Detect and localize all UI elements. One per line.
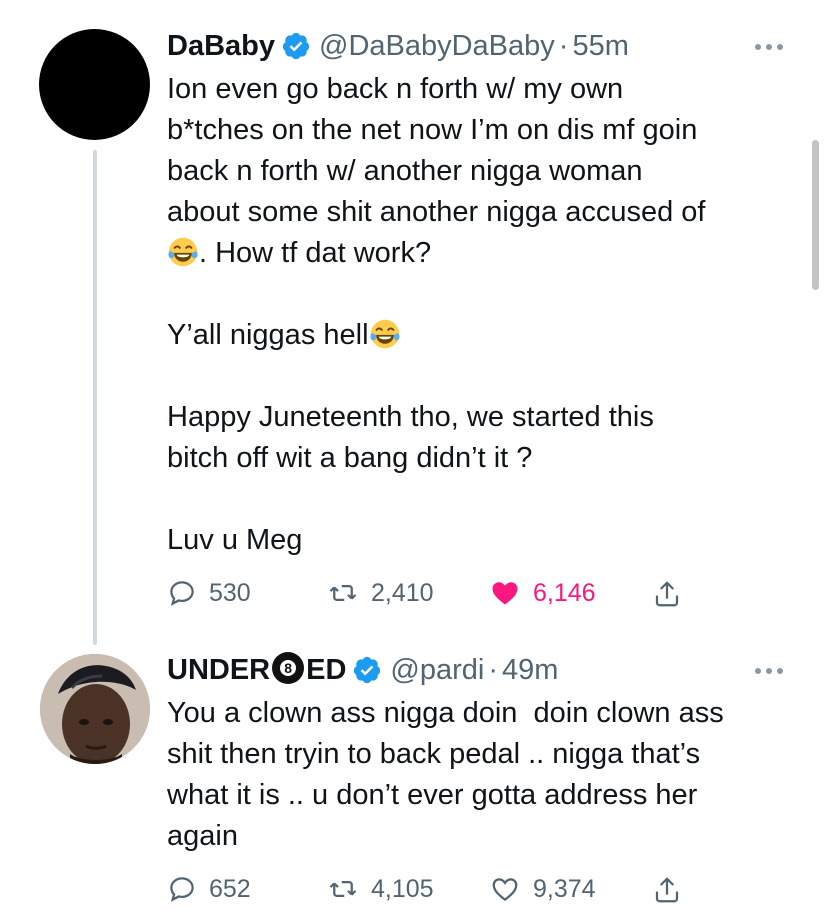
laughing-tears-emoji-icon [369, 319, 400, 349]
handle[interactable]: @DaBabyDaBaby [319, 28, 555, 64]
reply-count: 652 [209, 874, 251, 903]
more-options-icon[interactable] [755, 668, 783, 674]
retweet-count: 2,410 [371, 578, 434, 607]
tweet-text-part: Y’all niggas hell [167, 319, 369, 351]
reply-button[interactable]: 530 [167, 578, 251, 608]
tweet-text: Ion even go back n forth w/ my own b*tch… [167, 69, 797, 561]
eight-ball-emoji-icon: 8 [272, 652, 305, 684]
tweet-dababy[interactable]: DaBaby @DaBabyDaBaby · 55m Ion even go b… [0, 0, 827, 650]
laughing-tears-emoji-icon [168, 237, 198, 267]
avatar-photo [40, 654, 150, 764]
timestamp[interactable]: 55m [572, 28, 628, 64]
share-button[interactable] [652, 578, 682, 610]
tweet-text: You a clown ass nigga doin doin clown as… [167, 697, 724, 852]
display-name[interactable]: DaBaby [167, 28, 275, 64]
heart-icon [492, 878, 518, 902]
reply-button[interactable]: 652 [167, 874, 251, 904]
tweet-text-part: Ion even go back n forth w/ my own b*tch… [167, 73, 706, 228]
retweet-count: 4,105 [371, 874, 434, 903]
tweet-text-part: . How tf dat work? [199, 237, 432, 269]
separator-dot: · [558, 30, 569, 62]
tweet-actions: 652 4,105 9,374 [167, 874, 767, 910]
heart-icon [492, 582, 518, 605]
more-options-icon[interactable] [755, 44, 783, 50]
like-button[interactable]: 9,374 [489, 874, 596, 904]
display-name-part: ED [306, 654, 347, 686]
separator-dot: · [488, 654, 499, 686]
like-button[interactable]: 6,146 [489, 578, 596, 608]
tweet-header: UNDER 8 ED @pardi · 49m [167, 652, 558, 688]
like-count: 9,374 [533, 874, 596, 903]
retweet-button[interactable]: 4,105 [327, 874, 434, 904]
avatar[interactable] [39, 29, 150, 140]
verified-badge-icon [354, 656, 381, 684]
tweet-text-part: Happy Juneteenth tho, we started this bi… [167, 401, 654, 474]
share-icon [655, 581, 679, 607]
verified-badge-icon [282, 32, 310, 60]
tweet-pardi[interactable]: UNDER 8 ED @pardi · 49m You a clown ass ni… [0, 650, 827, 909]
handle[interactable]: @pardi [390, 652, 484, 688]
retweet-icon [329, 585, 357, 601]
retweet-button[interactable]: 2,410 [327, 578, 434, 608]
reply-count: 530 [209, 578, 251, 607]
share-button[interactable] [652, 874, 682, 906]
reply-icon [170, 581, 194, 606]
avatar[interactable] [40, 654, 150, 764]
display-name-part: UNDER [167, 654, 271, 686]
share-icon [655, 877, 679, 903]
thread-line [93, 150, 97, 645]
tweet-text-part: Luv u Meg [167, 524, 303, 556]
tweet-header: DaBaby @DaBabyDaBaby · 55m [167, 28, 629, 64]
like-count: 6,146 [533, 578, 596, 607]
reply-icon [170, 877, 194, 902]
timestamp[interactable]: 49m [502, 652, 558, 688]
retweet-icon [329, 881, 357, 897]
display-name[interactable]: UNDER 8 ED [167, 652, 346, 688]
tweet-actions: 530 2,410 6,146 [167, 578, 767, 614]
eight-ball-number: 8 [284, 660, 293, 676]
